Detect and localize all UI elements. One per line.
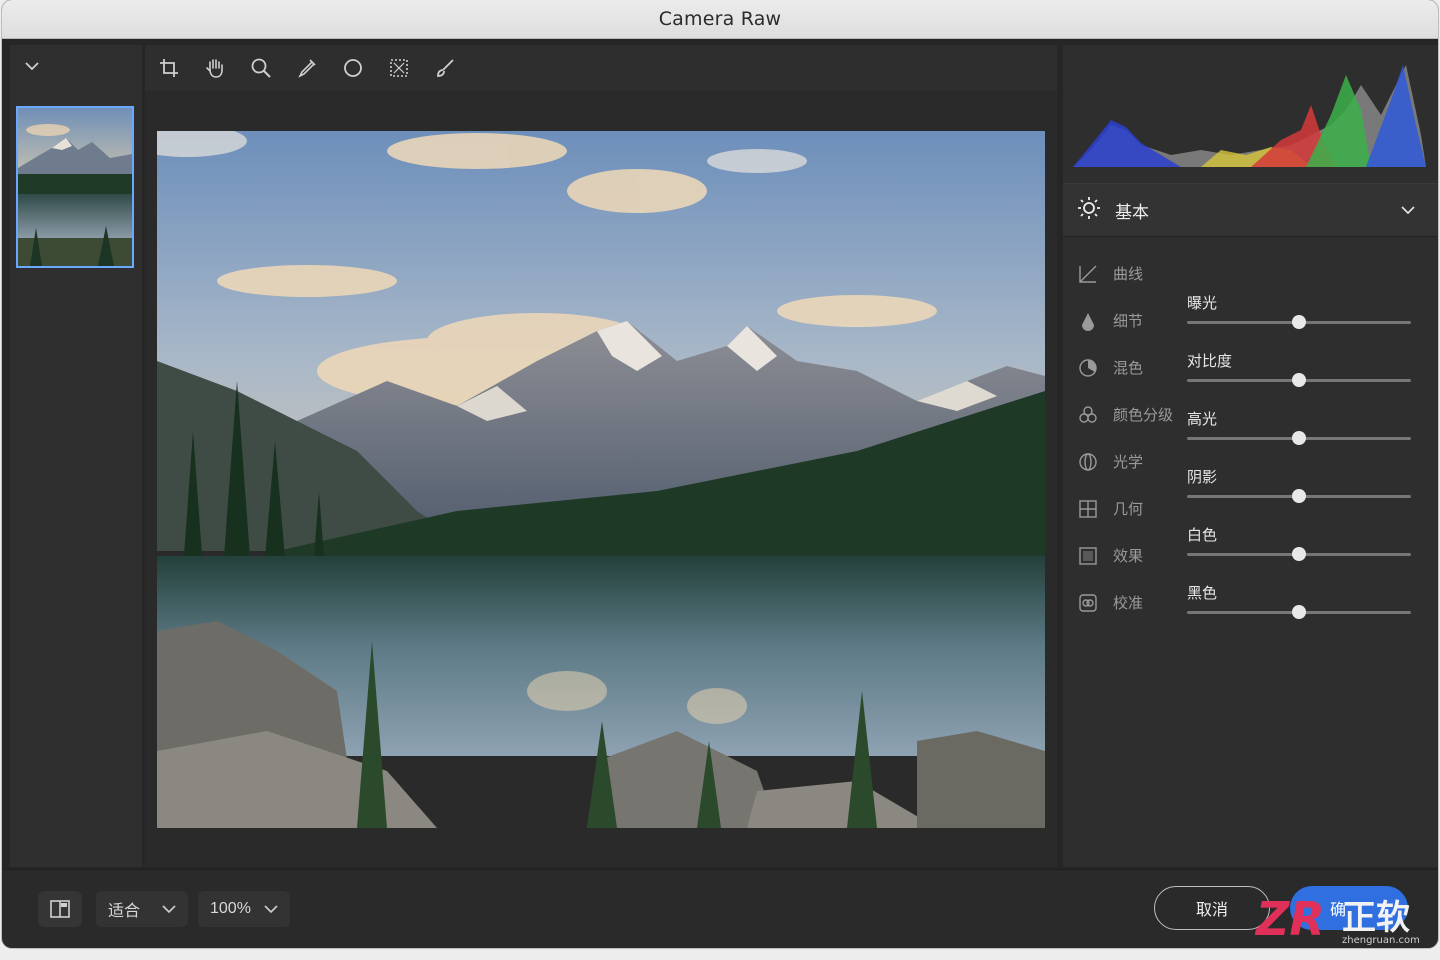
panel-label: 光学 bbox=[1113, 454, 1144, 471]
panel-label: 曲线 bbox=[1113, 266, 1144, 283]
slider-thumb[interactable] bbox=[1292, 547, 1306, 561]
camera-raw-window: Camera Raw 基本 曲线 细节 混色 颜色分级 光学 几何 效果 校准 … bbox=[2, 0, 1438, 948]
watermark-logo: ZR 正软 zhengruan.com bbox=[1254, 891, 1434, 947]
slider-contrast[interactable]: 对比度 bbox=[1187, 350, 1413, 408]
crop-icon[interactable] bbox=[157, 56, 181, 80]
slider-highlights[interactable]: 高光 bbox=[1187, 408, 1413, 466]
window-title: Camera Raw bbox=[658, 8, 782, 30]
panel-label: 几何 bbox=[1113, 501, 1144, 518]
image-thumbnail[interactable] bbox=[16, 106, 134, 268]
slider-label: 白色 bbox=[1187, 527, 1218, 544]
cancel-button[interactable]: 取消 bbox=[1154, 886, 1270, 930]
zoom-dropdown[interactable]: 100% bbox=[198, 891, 290, 927]
panel-item-detail[interactable]: 细节 bbox=[1077, 297, 1187, 344]
panel-item-mix[interactable]: 混色 bbox=[1077, 344, 1187, 391]
slider-label: 高光 bbox=[1187, 411, 1218, 428]
slider-thumb[interactable] bbox=[1292, 315, 1306, 329]
chevron-down-icon bbox=[162, 904, 176, 913]
basic-panel-header[interactable]: 基本 bbox=[1063, 183, 1438, 237]
slider-thumb[interactable] bbox=[1292, 373, 1306, 387]
panel-item-effects[interactable]: 效果 bbox=[1077, 532, 1187, 579]
eyedropper-icon[interactable] bbox=[295, 56, 319, 80]
basic-sliders: 曝光 对比度 高光 阴影 白色 黑色 bbox=[1187, 292, 1413, 640]
slider-label: 曝光 bbox=[1187, 295, 1218, 312]
image-canvas[interactable] bbox=[145, 91, 1057, 867]
watermark-domain: zhengruan.com bbox=[1342, 935, 1420, 946]
filmstrip-panel bbox=[10, 45, 142, 867]
panel-item-geometry[interactable]: 几何 bbox=[1077, 485, 1187, 532]
slider-label: 黑色 bbox=[1187, 585, 1218, 602]
panel-label: 颜色分级 bbox=[1113, 407, 1174, 424]
slider-whites[interactable]: 白色 bbox=[1187, 524, 1413, 582]
panel-item-optics[interactable]: 光学 bbox=[1077, 438, 1187, 485]
sun-icon bbox=[1077, 196, 1101, 225]
title-bar: Camera Raw bbox=[2, 0, 1438, 39]
compare-view-button[interactable] bbox=[38, 891, 82, 927]
brush-icon[interactable] bbox=[433, 56, 457, 80]
panel-item-color-grading[interactable]: 颜色分级 bbox=[1077, 391, 1187, 438]
filmstrip-collapse-icon[interactable] bbox=[24, 58, 40, 76]
panel-item-curve[interactable]: 曲线 bbox=[1077, 250, 1187, 297]
optics-icon bbox=[1077, 451, 1099, 473]
calibration-icon bbox=[1077, 592, 1099, 614]
edit-toolbar bbox=[145, 45, 1057, 91]
panel-label: 校准 bbox=[1113, 595, 1144, 612]
panel-label: 混色 bbox=[1113, 360, 1144, 377]
panel-label: 效果 bbox=[1113, 548, 1144, 565]
panel-item-calibration[interactable]: 校准 bbox=[1077, 579, 1187, 626]
slider-thumb[interactable] bbox=[1292, 489, 1306, 503]
zoom-value: 100% bbox=[210, 900, 251, 917]
watermark-text: 正软 bbox=[1342, 898, 1410, 938]
chevron-down-icon bbox=[264, 904, 278, 913]
curve-icon bbox=[1077, 263, 1099, 285]
slider-label: 对比度 bbox=[1187, 353, 1233, 370]
slider-label: 阴影 bbox=[1187, 469, 1218, 486]
color-grading-icon bbox=[1077, 404, 1099, 426]
split-view-icon bbox=[50, 900, 70, 918]
histogram bbox=[1071, 55, 1426, 173]
selection-icon[interactable] bbox=[387, 56, 411, 80]
adjustments-panel: 基本 曲线 细节 混色 颜色分级 光学 几何 效果 校准 曝光 对比度 高光 阴… bbox=[1063, 45, 1438, 867]
basic-panel-label: 基本 bbox=[1115, 202, 1149, 222]
effects-icon bbox=[1077, 545, 1099, 567]
slider-shadows[interactable]: 阴影 bbox=[1187, 466, 1413, 524]
slider-thumb[interactable] bbox=[1292, 605, 1306, 619]
fit-dropdown[interactable]: 适合 bbox=[96, 891, 188, 927]
detail-icon bbox=[1077, 310, 1099, 332]
panel-label: 细节 bbox=[1113, 313, 1144, 330]
mix-icon bbox=[1077, 357, 1099, 379]
slider-thumb[interactable] bbox=[1292, 431, 1306, 445]
zoom-icon[interactable] bbox=[249, 56, 273, 80]
slider-exposure[interactable]: 曝光 bbox=[1187, 292, 1413, 350]
bottom-bar: 适合 100% 取消 确 bbox=[2, 869, 1438, 948]
slider-blacks[interactable]: 黑色 bbox=[1187, 582, 1413, 640]
panel-list: 曲线 细节 混色 颜色分级 光学 几何 效果 校准 bbox=[1077, 250, 1187, 626]
svg-text:ZR: ZR bbox=[1254, 892, 1325, 946]
hand-icon[interactable] bbox=[203, 56, 227, 80]
circle-mask-icon[interactable] bbox=[341, 56, 365, 80]
landscape-photo bbox=[157, 131, 1045, 828]
chevron-down-icon[interactable] bbox=[1400, 202, 1416, 220]
geometry-icon bbox=[1077, 498, 1099, 520]
fit-value: 适合 bbox=[108, 903, 141, 920]
